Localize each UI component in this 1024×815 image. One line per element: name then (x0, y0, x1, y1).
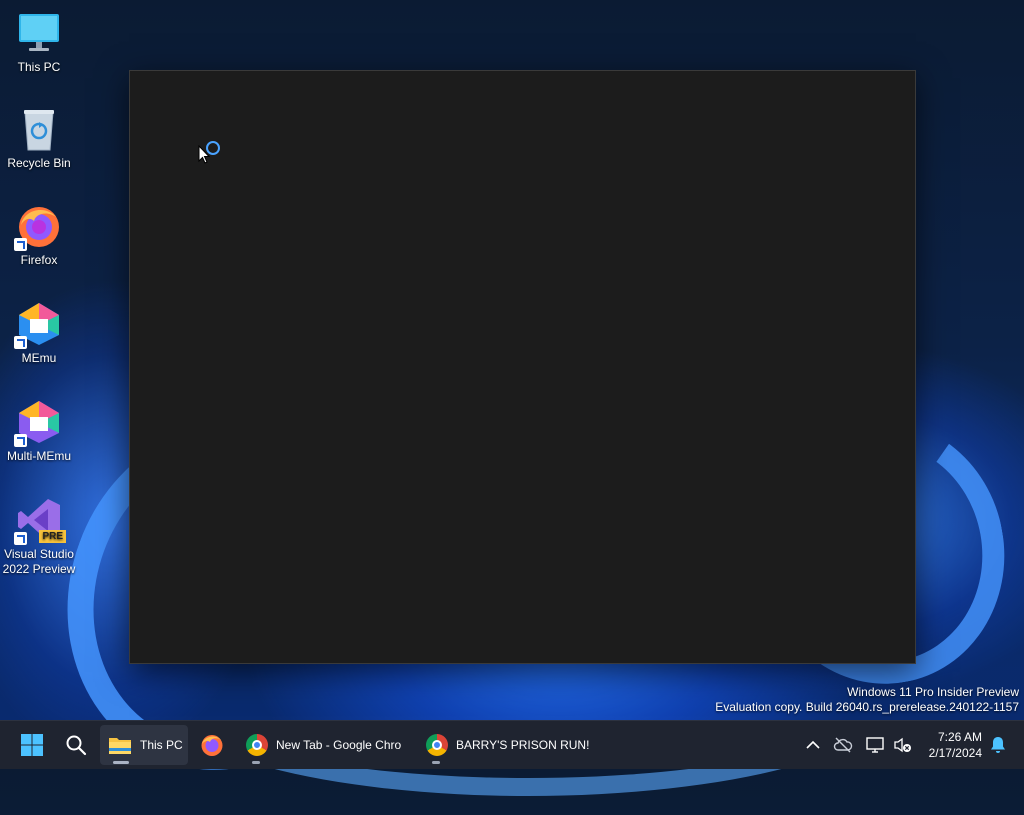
search-button[interactable] (56, 725, 96, 765)
shortcut-arrow-icon (14, 434, 27, 447)
monitor-icon (16, 10, 62, 56)
volume-muted-icon[interactable] (892, 737, 914, 753)
preview-badge: PRE (39, 530, 66, 543)
search-icon (66, 735, 87, 756)
os-watermark: Windows 11 Pro Insider Preview Evaluatio… (715, 685, 1019, 715)
chrome-icon (246, 734, 268, 756)
desktop-icon-label: Visual Studio (4, 547, 74, 561)
windows-start-icon (21, 734, 43, 756)
chevron-up-icon[interactable] (800, 740, 826, 750)
desktop-icon-label: Multi-MEmu (6, 449, 71, 463)
firefox-icon (14, 203, 62, 251)
desktop-icon-label: This PC (17, 60, 61, 74)
desktop-icon-label: Recycle Bin (7, 156, 71, 170)
taskbar-clock[interactable]: 7:26 AM 2/17/2024 (929, 729, 982, 761)
cloud-offline-icon[interactable] (826, 737, 860, 753)
multi-memu-icon (14, 399, 62, 447)
desktop-icon-visual-studio[interactable]: PRE Visual Studio 2022 Preview (2, 497, 76, 577)
chrome-icon (426, 734, 448, 756)
clock-time: 7:26 AM (937, 730, 982, 744)
active-indicator (113, 761, 129, 764)
desktop-icon-memu[interactable]: MEmu (2, 301, 76, 366)
taskbar-app-label: New Tab - Google Chro (276, 738, 402, 752)
taskbar-app-chrome-game[interactable]: BARRY'S PRISON RUN! ( (416, 725, 596, 765)
shortcut-arrow-icon (14, 238, 27, 251)
notification-bell-icon[interactable] (990, 736, 1006, 759)
memu-icon (14, 301, 62, 349)
start-button[interactable] (12, 725, 52, 765)
desktop-icon-label: 2022 Preview (2, 562, 76, 576)
desktop-icon-label: MEmu (21, 351, 57, 365)
taskbar-app-label: This PC (140, 738, 183, 752)
clock-date: 2/17/2024 (928, 746, 982, 760)
running-indicator (432, 761, 440, 764)
desktop-icon-this-pc[interactable]: This PC (2, 10, 76, 75)
taskbar-app-label: BARRY'S PRISON RUN! ( (456, 738, 592, 752)
network-icon[interactable] (860, 736, 892, 754)
app-window-loading[interactable] (129, 70, 916, 664)
watermark-build: Evaluation copy. Build 26040.rs_prerelea… (715, 700, 1019, 714)
shortcut-arrow-icon (14, 532, 27, 545)
desktop-icon-recycle-bin[interactable]: Recycle Bin (2, 106, 76, 171)
taskbar-app-chrome-new-tab[interactable]: New Tab - Google Chro (236, 725, 408, 765)
mouse-cursor-icon (198, 144, 211, 169)
desktop-icon-multi-memu[interactable]: Multi-MEmu (2, 399, 76, 464)
running-indicator (252, 761, 260, 764)
taskbar-app-file-explorer[interactable]: This PC (100, 725, 188, 765)
visual-studio-icon: PRE (14, 497, 66, 545)
taskbar: This PC New Tab - Google Chro BARRY'S PR… (0, 720, 1024, 769)
shortcut-arrow-icon (14, 336, 27, 349)
recycle-bin-icon (16, 106, 62, 152)
desktop-icon-label: Firefox (20, 253, 58, 267)
firefox-icon (201, 735, 223, 756)
file-explorer-icon (109, 738, 131, 754)
desktop-icon-firefox[interactable]: Firefox (2, 203, 76, 268)
taskbar-app-firefox[interactable] (192, 725, 232, 765)
watermark-edition: Windows 11 Pro Insider Preview (847, 685, 1019, 699)
system-tray (800, 721, 914, 769)
